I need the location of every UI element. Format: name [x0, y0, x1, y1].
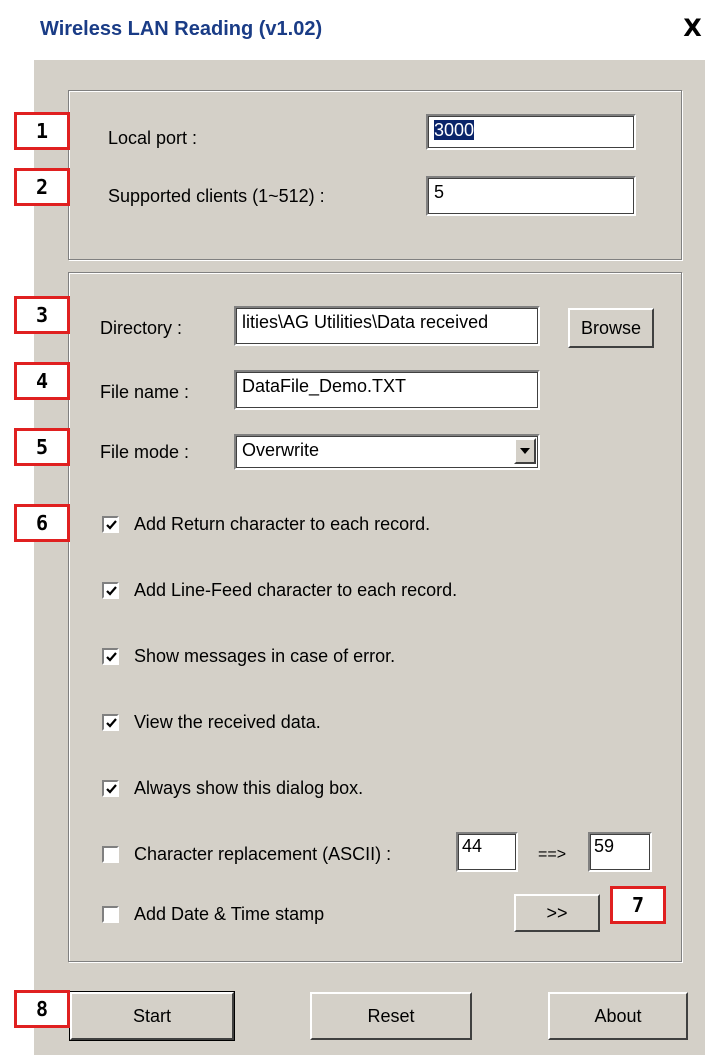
option-date-time: Add Date & Time stamp	[134, 904, 325, 924]
option-add-return: Add Return character to each record.	[134, 514, 431, 534]
filename-label: File name :	[100, 382, 190, 402]
marker-7: 7	[610, 886, 666, 924]
checkbox-add-return[interactable]	[102, 516, 119, 533]
marker-4: 4	[14, 362, 70, 400]
checkbox-char-replace[interactable]	[102, 846, 119, 863]
reset-button[interactable]: Reset	[310, 992, 472, 1040]
marker-6: 6	[14, 504, 70, 542]
clients-input[interactable]: 5	[426, 176, 636, 216]
marker-3: 3	[14, 296, 70, 334]
local-port-label: Local port :	[108, 128, 198, 148]
start-button[interactable]: Start	[69, 991, 235, 1041]
checkbox-add-linefeed[interactable]	[102, 582, 119, 599]
close-icon[interactable]: X	[680, 14, 705, 42]
option-view-data: View the received data.	[134, 712, 321, 732]
option-add-linefeed: Add Line-Feed character to each record.	[134, 580, 458, 600]
checkbox-view-data[interactable]	[102, 714, 119, 731]
marker-2: 2	[14, 168, 70, 206]
checkbox-always-show[interactable]	[102, 780, 119, 797]
filemode-label: File mode :	[100, 442, 190, 462]
about-button[interactable]: About	[548, 992, 688, 1040]
filemode-value: Overwrite	[242, 440, 320, 460]
option-char-replace: Character replacement (ASCII) :	[134, 844, 392, 864]
more-options-button[interactable]: >>	[514, 894, 600, 932]
checkbox-show-errors[interactable]	[102, 648, 119, 665]
checkbox-date-time[interactable]	[102, 906, 119, 923]
browse-button[interactable]: Browse	[568, 308, 654, 348]
marker-5: 5	[14, 428, 70, 466]
clients-label: Supported clients (1~512) :	[108, 186, 325, 206]
filemode-select[interactable]: Overwrite	[234, 434, 540, 470]
window-title: Wireless LAN Reading (v1.02)	[40, 18, 323, 40]
replace-arrow: ==>	[538, 846, 567, 863]
directory-label: Directory :	[100, 318, 183, 338]
option-always-show: Always show this dialog box.	[134, 778, 364, 798]
chevron-down-icon[interactable]	[514, 438, 536, 464]
filename-input[interactable]: DataFile_Demo.TXT	[234, 370, 540, 410]
replace-from-input[interactable]: 44	[456, 832, 518, 872]
local-port-value: 3000	[434, 120, 475, 140]
marker-8: 8	[14, 990, 70, 1028]
option-show-errors: Show messages in case of error.	[134, 646, 396, 666]
directory-input[interactable]: lities\AG Utilities\Data received	[234, 306, 540, 346]
local-port-input[interactable]: 3000	[426, 114, 636, 150]
replace-to-input[interactable]: 59	[588, 832, 652, 872]
marker-1: 1	[14, 112, 70, 150]
